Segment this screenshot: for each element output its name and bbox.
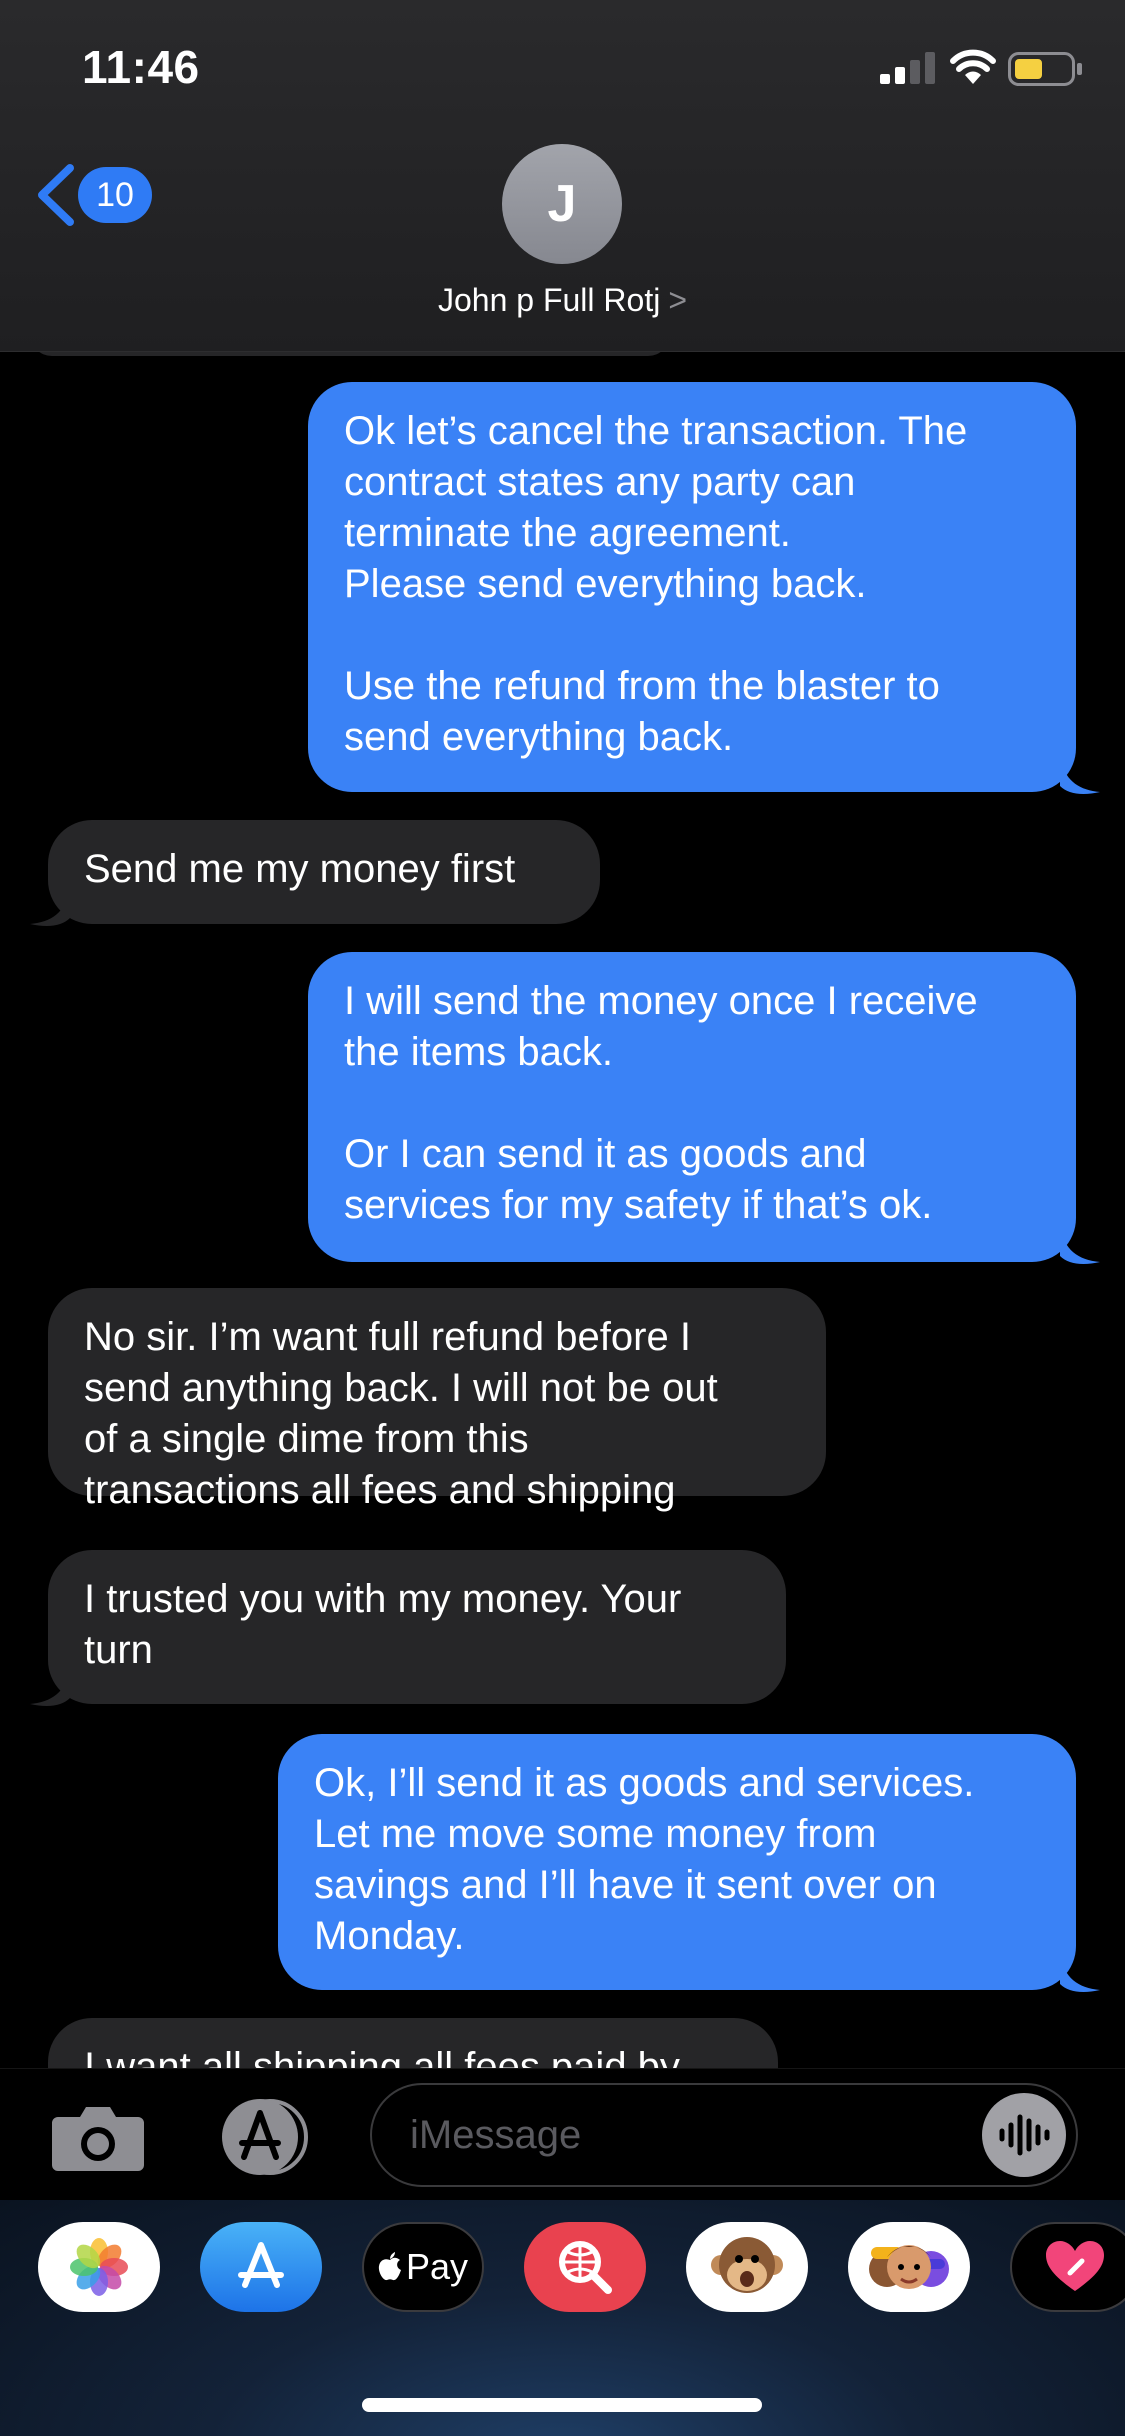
message-text: I will send the money once I receive the… (344, 979, 978, 1227)
contact-avatar[interactable]: J (502, 144, 622, 264)
contact-name[interactable]: John p Full Rotj > (0, 282, 1125, 319)
memoji-icon[interactable] (848, 2222, 970, 2312)
bubble-tail (30, 1668, 70, 1706)
received-message-bubble[interactable]: No sir. I’m want full refund before I se… (48, 1288, 826, 1512)
camera-icon[interactable] (50, 2103, 146, 2173)
app-store-glyph-icon (238, 2242, 284, 2288)
sent-message-bubble[interactable]: Ok let’s cancel the transaction. The con… (308, 382, 1076, 792)
photos-icon[interactable] (38, 2222, 160, 2312)
status-time: 11:46 (82, 41, 200, 93)
bubble-tail (1060, 1954, 1100, 1992)
monkey-face-icon (711, 2237, 783, 2293)
received-message-bubble[interactable]: I trusted you with my money. Your turn (48, 1550, 786, 1704)
magnifier-globe-icon (559, 2241, 612, 2294)
message-list[interactable]: Ok let’s cancel the transaction. The con… (0, 352, 1125, 2068)
bubble-tail (1060, 1226, 1100, 1264)
message-text: Ok, I’ll send it as goods and services. … (314, 1761, 975, 1958)
chevron-right-icon: > (668, 282, 687, 318)
waveform-icon (999, 2114, 1050, 2156)
conversation-header: 11:46 10 J John p Full Rotj > (0, 0, 1125, 352)
audio-message-button[interactable] (982, 2093, 1066, 2177)
message-text: No sir. I’m want full refund before I se… (84, 1315, 718, 1512)
animoji-monkey-icon[interactable] (686, 2222, 808, 2312)
chevron-left-icon (38, 164, 74, 226)
home-indicator[interactable] (362, 2398, 762, 2412)
message-text: Ok let’s cancel the transaction. The con… (344, 409, 968, 759)
back-button[interactable]: 10 (34, 160, 164, 230)
memoji-faces-icon (869, 2245, 949, 2289)
message-text: I want all shipping all fees paid by (84, 2045, 680, 2068)
app-store-apps-icon[interactable] (210, 2097, 318, 2177)
message-text: I trusted you with my money. Your turn (84, 1577, 682, 1672)
image-search-icon[interactable] (524, 2222, 646, 2312)
received-message-bubble[interactable]: Send me my money first (48, 820, 600, 924)
unread-count-badge: 10 (78, 167, 152, 223)
wifi-icon (950, 49, 996, 84)
photos-flower-icon (70, 2238, 128, 2296)
bubble-tail (1060, 756, 1100, 794)
partial-message-bubble (30, 352, 670, 356)
sent-message-bubble[interactable]: I will send the money once I receive the… (308, 952, 1076, 1262)
contact-name-label: John p Full Rotj (437, 282, 661, 318)
message-text-input[interactable] (410, 2107, 970, 2163)
bubble-tail (30, 888, 70, 926)
apple-pay-label: Pay (405, 2246, 469, 2287)
digital-touch-icon[interactable] (1010, 2222, 1125, 2312)
cellular-signal-icon (880, 52, 935, 84)
message-text: Send me my money first (84, 847, 516, 891)
message-input-bar (0, 2068, 1125, 2200)
imessage-app-drawer: Pay (0, 2200, 1125, 2436)
sent-message-bubble[interactable]: Ok, I’ll send it as goods and services. … (278, 1734, 1076, 1990)
apple-pay-icon[interactable]: Pay (362, 2222, 484, 2312)
app-store-icon[interactable] (200, 2222, 322, 2312)
apple-logo-icon (378, 2252, 401, 2281)
heart-icon (1046, 2241, 1104, 2291)
imessage-field[interactable] (370, 2083, 1078, 2187)
status-bar: 11:46 (0, 0, 1125, 140)
battery-icon (1008, 52, 1082, 86)
received-message-bubble[interactable]: I want all shipping all fees paid by (48, 2018, 778, 2068)
